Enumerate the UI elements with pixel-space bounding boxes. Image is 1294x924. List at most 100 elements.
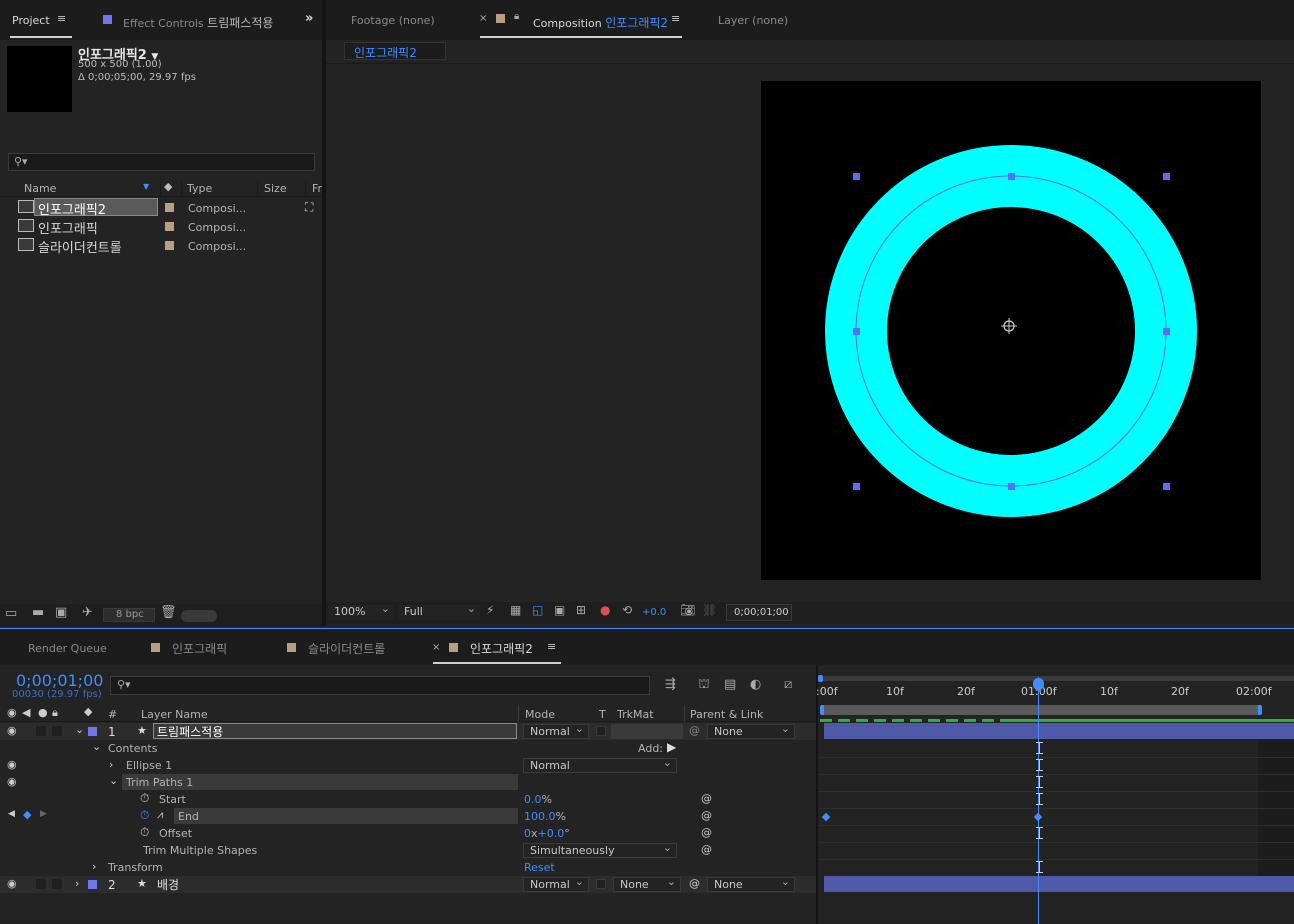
exposure-value[interactable]: +0.0 [642, 607, 666, 618]
project-item-row[interactable]: 인포그래픽2 Composi... [0, 198, 305, 218]
bbox-handle-br[interactable] [1163, 483, 1170, 490]
layer-name[interactable]: 트림패스적용 [157, 723, 223, 740]
reset-exposure-icon[interactable]: ⟲ [622, 603, 632, 617]
col-size[interactable]: Size [264, 182, 287, 195]
bbox-handle-tl[interactable] [853, 173, 860, 180]
tab-effect-controls[interactable]: Effect Controls 트림패스적용 [123, 14, 273, 31]
tab-layer[interactable]: Layer (none) [718, 14, 788, 27]
tab-composition[interactable]: Composition 인포그래픽2 [533, 14, 668, 31]
chevron-down-icon[interactable]: ⌄ [75, 723, 84, 736]
layer-bar-1[interactable] [824, 723, 1294, 739]
lock-box[interactable] [52, 879, 62, 889]
layer-bar-2[interactable] [824, 876, 1294, 892]
parent-select[interactable]: None [707, 875, 795, 892]
offset-row[interactable]: ⏱︎ Offset 0x+0.0° @ [0, 825, 816, 842]
preserve-transparency-box[interactable] [596, 879, 606, 889]
time-graph[interactable]: :00f 10f 20f 01:00f 10f 20f 02:00f [816, 665, 1294, 924]
layer-row-2[interactable]: ◉ › 2 ★ 배경 Normal None @ None [0, 875, 816, 893]
thumbnail-slider[interactable] [181, 610, 217, 622]
expression-spiral-icon[interactable]: @ [701, 843, 712, 856]
expression-spiral-icon[interactable]: @ [701, 809, 712, 822]
work-area-start-marker[interactable] [818, 675, 823, 682]
graph-editor-icon[interactable]: ⧄ [784, 677, 792, 692]
graph-icon[interactable]: ⩘ [157, 808, 163, 822]
chevron-right-icon[interactable]: › [75, 877, 79, 890]
layer-mode-select[interactable]: Normal [523, 875, 589, 892]
col-type[interactable]: Type [187, 182, 212, 195]
anchor-point-icon[interactable] [1001, 318, 1017, 334]
start-number[interactable]: 0.0 [524, 793, 542, 806]
tab-comp-infographic[interactable]: 인포그래픽 [172, 640, 227, 657]
bbox-handle-ml[interactable] [853, 328, 860, 335]
new-folder-icon[interactable]: ▬ [32, 605, 44, 620]
layer-label-swatch[interactable] [88, 727, 97, 736]
comp-flowchart-icon[interactable]: ⇶ [665, 677, 676, 692]
project-item-row[interactable]: 인포그래픽 Composi... [0, 217, 305, 237]
transparency-grid-icon[interactable]: ▦ [510, 603, 521, 617]
prev-keyframe-icon[interactable]: ◀ [8, 809, 15, 819]
col-parent-link[interactable]: Parent & Link [690, 708, 763, 721]
add-keyframe-icon[interactable]: ◆ [23, 808, 31, 821]
transform-row[interactable]: › Transform Reset [0, 859, 816, 876]
chevron-right-icon[interactable]: › [92, 860, 96, 873]
new-composition-icon[interactable]: ▣ [55, 605, 67, 620]
project-search-input[interactable]: ⚲▾ [8, 153, 315, 171]
flowchart-icon[interactable]: ⛶ [305, 200, 313, 215]
eye-icon[interactable]: ◉ [7, 724, 17, 737]
tab-render-queue[interactable]: Render Queue [28, 642, 107, 655]
snapshot-icon[interactable]: 📷︎ [680, 603, 695, 617]
layer-name[interactable]: 배경 [157, 876, 179, 893]
tab-project[interactable]: Project [12, 14, 50, 27]
expand-panels-icon[interactable]: » [305, 11, 313, 26]
work-area-bar[interactable] [820, 705, 1262, 715]
panel-menu-icon[interactable]: ≡ [671, 12, 680, 25]
start-row[interactable]: ⏱︎ Start 0.0% @ [0, 791, 816, 808]
resolution-select[interactable]: Full [398, 602, 480, 620]
stopwatch-icon[interactable]: ⏱︎ [140, 825, 149, 840]
end-value[interactable]: 100.0% [524, 810, 566, 823]
tab-footage[interactable]: Footage (none) [351, 14, 435, 27]
col-name[interactable]: Name [24, 182, 56, 195]
playhead-handle[interactable] [1033, 678, 1044, 690]
ring-shape[interactable] [761, 81, 1261, 580]
chevron-down-icon[interactable]: ⌄ [92, 740, 101, 753]
eye-icon[interactable]: ◉ [7, 758, 17, 771]
bbox-handle-bm[interactable] [1008, 483, 1015, 490]
frame-blending-icon[interactable]: ◐ [750, 677, 761, 692]
close-tab-icon[interactable]: × [432, 642, 440, 653]
shy-layers-icon[interactable]: ▤ [724, 677, 736, 692]
preserve-transparency-box[interactable] [596, 726, 606, 736]
parent-select[interactable]: None [707, 722, 795, 739]
offset-value[interactable]: 0x+0.0° [524, 827, 570, 840]
stopwatch-icon[interactable]: ⏱︎ [140, 791, 149, 806]
keyframe[interactable] [821, 812, 831, 822]
solo-box[interactable] [36, 879, 46, 889]
solo-box[interactable] [36, 726, 46, 736]
pick-whip-icon[interactable]: @ [689, 877, 700, 890]
trash-icon[interactable]: 🗑 [160, 605, 177, 620]
trim-multiple-select[interactable]: Simultaneously [523, 841, 677, 858]
add-menu-icon[interactable]: ▶ [667, 740, 676, 754]
layer-row-1[interactable]: ◉ ⌄ 1 ★ 트림패스적용 Normal @ None [0, 722, 816, 740]
current-time[interactable]: 0;00;01;00 [16, 671, 103, 690]
tab-comp-infographic2[interactable]: 인포그래픽2 [470, 640, 533, 657]
tab-comp-slider[interactable]: 슬라이더컨트롤 [308, 640, 385, 657]
keyframe[interactable] [1033, 812, 1043, 822]
draft-3d-icon[interactable]: ⛫ [698, 677, 710, 694]
expression-spiral-icon[interactable]: @ [701, 792, 712, 805]
lock-icon[interactable]: 🔒︎ [514, 11, 519, 22]
bbox-handle-tm[interactable] [1008, 173, 1015, 180]
ellipse-row[interactable]: ◉ › Ellipse 1 Normal [0, 756, 816, 774]
pick-whip-icon[interactable]: @ [689, 724, 700, 737]
panel-menu-icon[interactable]: ≡ [547, 640, 556, 653]
ellipse-blend-select[interactable]: Normal [523, 756, 677, 773]
work-area-top[interactable] [820, 676, 1294, 681]
next-keyframe-icon[interactable]: ▶ [40, 809, 47, 819]
trim-paths-row[interactable]: ◉ ⌄ Trim Paths 1 [0, 774, 816, 791]
bbox-handle-bl[interactable] [853, 483, 860, 490]
col-mode[interactable]: Mode [525, 708, 555, 721]
panel-menu-icon[interactable]: ≡ [57, 12, 66, 25]
zoom-select[interactable]: 100% [328, 602, 394, 620]
bbox-handle-mr[interactable] [1163, 328, 1170, 335]
region-of-interest-icon[interactable]: ▣ [554, 603, 565, 617]
